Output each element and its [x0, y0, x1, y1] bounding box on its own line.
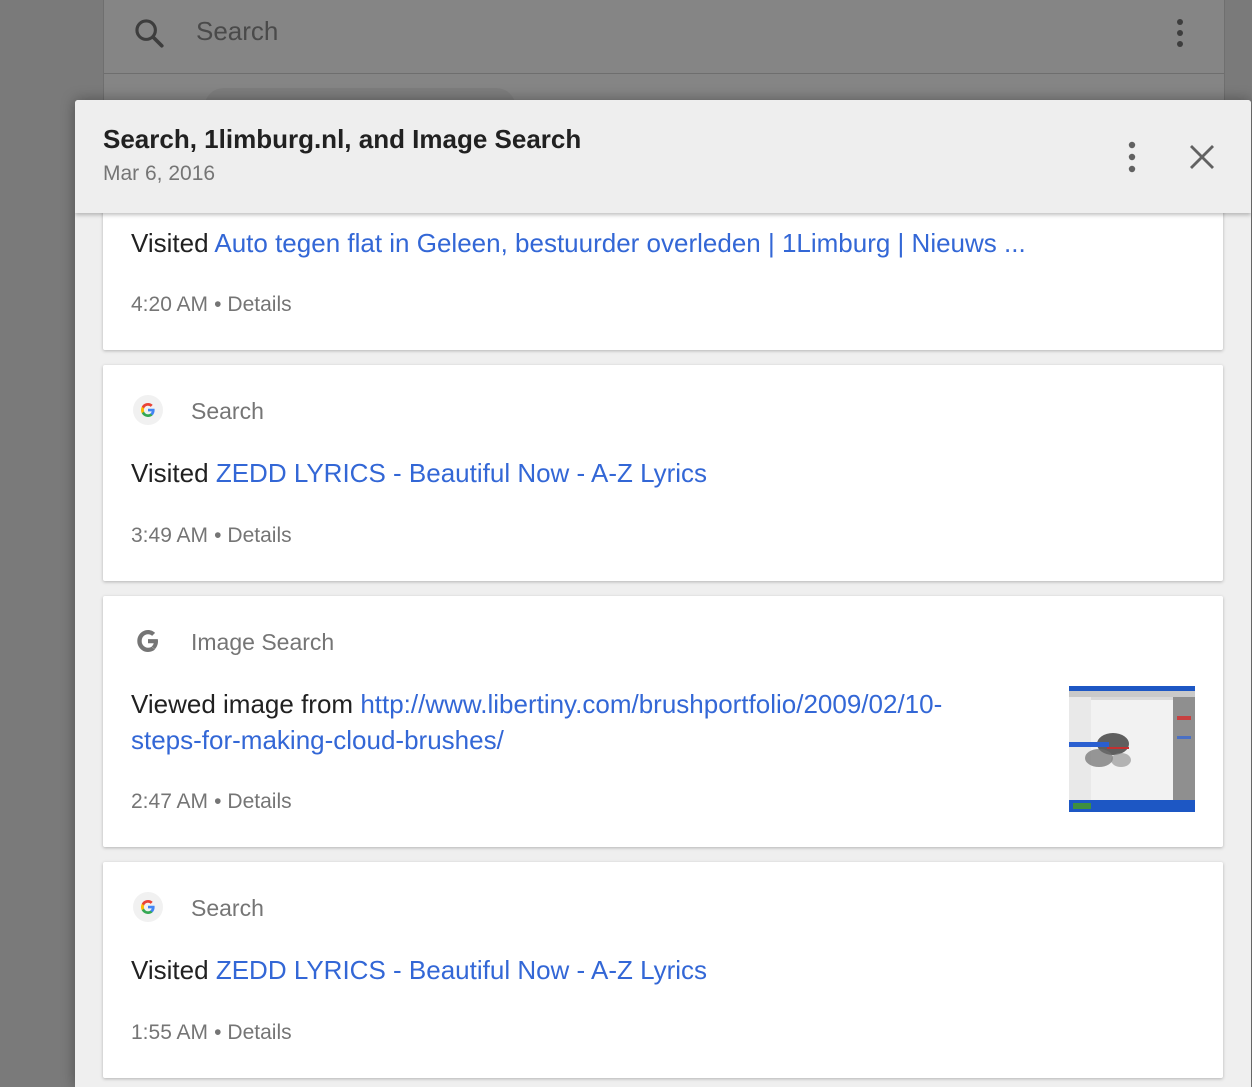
separator-dot: • — [214, 790, 222, 813]
activity-time: 4:20 AM — [131, 293, 209, 316]
activity-card: Search Visited ZEDD LYRICS - Beautiful N… — [103, 365, 1223, 581]
activity-bundle-dialog: Search, 1limburg.nl, and Image Search Ma… — [75, 100, 1251, 1087]
activity-card: Visited Auto tegen flat in Geleen, bestu… — [103, 190, 1223, 350]
more-options-icon[interactable] — [1125, 140, 1139, 174]
google-color-icon — [133, 892, 163, 922]
activity-card: Image Search Viewed image from http://ww… — [103, 596, 1223, 847]
activity-card: Search Visited ZEDD LYRICS - Beautiful N… — [103, 862, 1223, 1078]
activity-time: 1:55 AM — [131, 1021, 209, 1044]
separator-dot: • — [214, 293, 222, 316]
google-color-icon — [133, 395, 163, 425]
activity-time: 2:47 AM — [131, 790, 209, 813]
google-gray-icon — [137, 630, 158, 652]
details-link[interactable]: Details — [227, 524, 291, 547]
activity-time: 3:49 AM — [131, 524, 209, 547]
activity-text: Viewed image from http://www.libertiny.c… — [131, 686, 1051, 758]
activity-link-line1: http://www.libertiny.com/brushportfolio/… — [360, 689, 943, 719]
more-vert-icon — [1177, 19, 1183, 47]
details-link[interactable]: Details — [227, 1021, 291, 1044]
activity-meta: 3:49 AM • Details — [131, 524, 292, 548]
source-label: Image Search — [191, 629, 335, 655]
details-link[interactable]: Details — [227, 293, 291, 316]
activity-link[interactable]: ZEDD LYRICS - Beautiful Now - A-Z Lyrics — [216, 458, 707, 488]
activity-meta: 2:47 AM • Details — [131, 790, 292, 814]
activity-text: Visited Auto tegen flat in Geleen, bestu… — [131, 225, 1026, 261]
activity-prefix: Viewed image from — [131, 689, 354, 719]
source-label: Search — [191, 895, 264, 921]
activity-prefix: Visited — [131, 458, 209, 488]
dialog-date: Mar 6, 2016 — [103, 162, 216, 185]
activity-prefix: Visited — [131, 955, 209, 985]
dialog-header: Search, 1limburg.nl, and Image Search Ma… — [75, 100, 1251, 213]
separator-dot: • — [214, 524, 222, 547]
activity-link-line2: steps-for-making-cloud-brushes/ — [131, 725, 504, 755]
image-thumbnail[interactable] — [1069, 686, 1195, 812]
activity-text: Visited ZEDD LYRICS - Beautiful Now - A-… — [131, 952, 707, 988]
activity-link[interactable]: ZEDD LYRICS - Beautiful Now - A-Z Lyrics — [216, 955, 707, 985]
source-label: Search — [191, 398, 264, 424]
dialog-title: Search, 1limburg.nl, and Image Search — [103, 124, 582, 154]
background-search-placeholder: Search — [196, 16, 279, 46]
activity-prefix: Visited — [131, 228, 209, 258]
activity-text: Visited ZEDD LYRICS - Beautiful Now - A-… — [131, 455, 707, 491]
activity-link[interactable]: Auto tegen flat in Geleen, bestuurder ov… — [214, 228, 1025, 258]
close-icon[interactable] — [1187, 142, 1217, 172]
details-link[interactable]: Details — [227, 790, 291, 813]
activity-meta: 1:55 AM • Details — [131, 1021, 292, 1045]
search-icon — [135, 19, 164, 48]
activity-meta: 4:20 AM • Details — [131, 293, 292, 317]
separator-dot: • — [214, 1021, 222, 1044]
background-search-bar: Search — [104, 0, 1224, 74]
